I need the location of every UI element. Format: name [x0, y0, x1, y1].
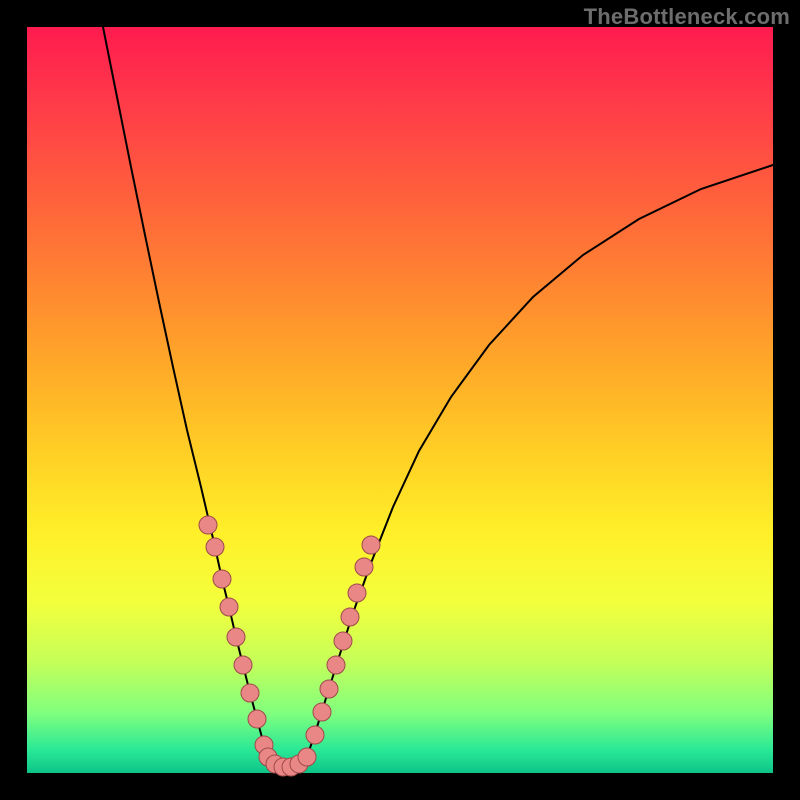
- data-point: [213, 570, 231, 588]
- bottleneck-curve: [103, 27, 773, 767]
- data-points: [199, 516, 380, 776]
- data-point: [199, 516, 217, 534]
- chart-svg: [27, 27, 773, 773]
- data-point: [241, 684, 259, 702]
- data-point: [341, 608, 359, 626]
- watermark-text: TheBottleneck.com: [584, 4, 790, 30]
- data-point: [298, 748, 316, 766]
- data-point: [234, 656, 252, 674]
- data-point: [313, 703, 331, 721]
- chart-stage: TheBottleneck.com: [0, 0, 800, 800]
- plot-area: [27, 27, 773, 773]
- data-point: [334, 632, 352, 650]
- data-point: [320, 680, 338, 698]
- data-point: [348, 584, 366, 602]
- data-point: [355, 558, 373, 576]
- data-point: [206, 538, 224, 556]
- data-point: [327, 656, 345, 674]
- data-point: [362, 536, 380, 554]
- data-point: [227, 628, 245, 646]
- data-point: [248, 710, 266, 728]
- data-point: [306, 726, 324, 744]
- data-point: [220, 598, 238, 616]
